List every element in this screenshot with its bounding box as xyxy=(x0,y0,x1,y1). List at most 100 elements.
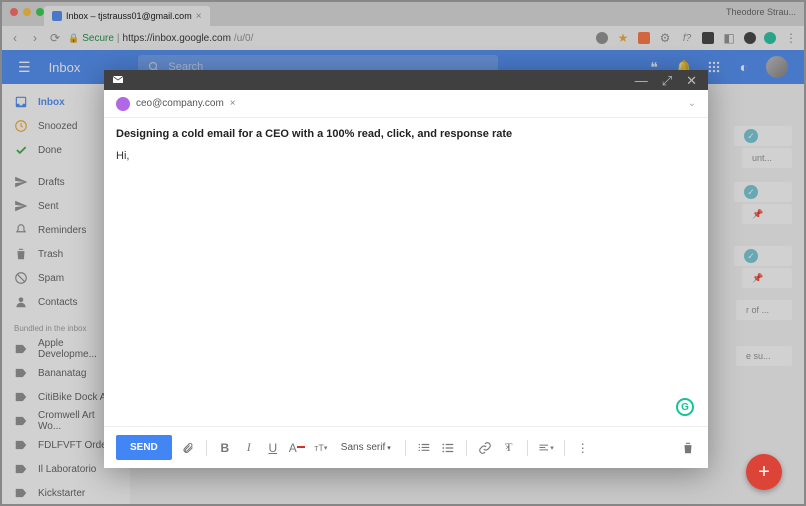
chevron-down-icon[interactable]: ⌄ xyxy=(688,98,696,109)
label-icon xyxy=(14,342,28,356)
grammarly-icon[interactable]: G xyxy=(676,398,694,416)
send-button[interactable]: SEND xyxy=(116,435,172,460)
strikethrough-icon[interactable]: T× xyxy=(501,440,517,456)
label-icon xyxy=(14,414,28,428)
check-badge-icon: ✓ xyxy=(744,249,758,263)
plus-icon: + xyxy=(758,461,770,484)
inbox-icon xyxy=(14,95,28,109)
remove-recipient-icon[interactable]: × xyxy=(230,98,236,109)
snippet: r of ... xyxy=(746,305,769,315)
extension-icons: ★ ⚙ f? ◧ ⋮ xyxy=(596,31,798,45)
tab-strip: Inbox – tjstrauss01@gmail.com × xyxy=(2,2,804,26)
subject-field[interactable]: Designing a cold email for a CEO with a … xyxy=(104,118,708,150)
ext-icon[interactable] xyxy=(764,32,776,44)
trash-icon xyxy=(14,247,28,261)
ext-icon[interactable] xyxy=(702,32,714,44)
apps-grid-icon[interactable] xyxy=(706,59,722,75)
snippet: unt... xyxy=(752,153,772,163)
align-icon[interactable]: ▾ xyxy=(538,440,554,456)
bullet-list-icon[interactable] xyxy=(440,440,456,456)
check-badge-icon: ✓ xyxy=(744,129,758,143)
numbered-list-icon[interactable] xyxy=(416,440,432,456)
back-button[interactable]: ‹ xyxy=(8,31,22,45)
profile-name[interactable]: Theodore Strau... xyxy=(726,7,796,17)
compose-toolbar: SEND B I U A тТ ▾ Sans serif ▾ T× ▾ ⋮ xyxy=(104,426,708,468)
bundle-label: Il Laboratorio xyxy=(38,464,96,475)
discard-icon[interactable] xyxy=(680,440,696,456)
inbox-item[interactable]: ✓ xyxy=(734,182,792,202)
ext-icon[interactable]: ⚙ xyxy=(658,31,672,45)
snippet: e su... xyxy=(746,351,771,361)
expand-icon[interactable]: ⤢ xyxy=(659,74,675,87)
inbox-item[interactable]: r of ... xyxy=(736,300,792,320)
inbox-item[interactable]: 📌 xyxy=(742,204,792,224)
reload-button[interactable]: ⟳ xyxy=(48,31,62,45)
window-controls xyxy=(10,8,44,16)
ext-icon[interactable]: ◧ xyxy=(722,31,736,45)
compose-window: — ⤢ ✕ ceo@company.com × ⌄ Designing a co… xyxy=(104,70,708,468)
ext-icon[interactable] xyxy=(744,32,756,44)
hamburger-icon[interactable]: ☰ xyxy=(18,59,31,76)
lock-icon: 🔒 xyxy=(68,33,79,44)
inbox-item[interactable]: unt... xyxy=(742,148,792,168)
inbox-item[interactable]: ✓ xyxy=(734,126,792,146)
recipient-email: ceo@company.com xyxy=(136,98,224,109)
forward-button[interactable]: › xyxy=(28,31,42,45)
sidebar-label: Spam xyxy=(38,273,64,284)
attach-icon[interactable] xyxy=(180,440,196,456)
bundle-label: Kickstarter xyxy=(38,488,85,499)
bundle-label: Bananatag xyxy=(38,368,86,379)
label-icon xyxy=(14,462,28,476)
ext-icon[interactable] xyxy=(638,32,650,44)
inbox-item[interactable]: ✓ xyxy=(734,246,792,266)
tab-close-icon[interactable]: × xyxy=(196,11,202,22)
sidebar-label: Trash xyxy=(38,249,63,260)
text-color-icon[interactable]: A xyxy=(289,440,305,456)
bold-icon[interactable]: B xyxy=(217,440,233,456)
underline-icon[interactable]: U xyxy=(265,440,281,456)
url-path: /u/0/ xyxy=(234,33,253,44)
check-badge-icon: ✓ xyxy=(744,185,758,199)
envelope-icon xyxy=(112,74,124,86)
recipient-avatar-icon xyxy=(116,97,130,111)
url-field[interactable]: 🔒 Secure | https://inbox.google.com/u/0/ xyxy=(68,33,253,44)
sidebar-label: Inbox xyxy=(38,97,65,108)
text-size-icon[interactable]: тТ ▾ xyxy=(313,440,329,456)
close-icon[interactable]: ✕ xyxy=(683,74,700,87)
inbox-item[interactable]: e su... xyxy=(736,346,792,366)
minimize-window-button[interactable] xyxy=(23,8,31,16)
to-field[interactable]: ceo@company.com × ⌄ xyxy=(104,90,708,118)
avatar[interactable] xyxy=(766,56,788,78)
label-icon xyxy=(14,390,28,404)
minimize-icon[interactable]: — xyxy=(632,74,651,87)
browser-tab[interactable]: Inbox – tjstrauss01@gmail.com × xyxy=(44,6,210,26)
check-icon xyxy=(14,143,28,157)
maximize-window-button[interactable] xyxy=(36,8,44,16)
favicon-icon xyxy=(52,11,62,21)
more-icon[interactable]: ⋮ xyxy=(575,440,591,456)
sidebar-bundle[interactable]: Kickstarter xyxy=(2,481,130,504)
ext-icon[interactable]: ★ xyxy=(616,31,630,45)
close-window-button[interactable] xyxy=(10,8,18,16)
sidebar-label: Done xyxy=(38,145,62,156)
font-family-button[interactable]: Sans serif ▾ xyxy=(337,442,395,453)
clock-icon xyxy=(14,119,28,133)
compose-fab[interactable]: + xyxy=(746,454,782,490)
link-icon[interactable] xyxy=(477,440,493,456)
compose-body[interactable]: Hi, G xyxy=(104,150,708,426)
ext-icon[interactable]: f? xyxy=(680,31,694,45)
secure-label: Secure xyxy=(82,33,114,44)
ext-icon[interactable] xyxy=(596,32,608,44)
help-icon[interactable]: ◐ xyxy=(736,59,752,75)
sidebar-label: Sent xyxy=(38,201,59,212)
reminder-icon xyxy=(14,223,28,237)
italic-icon[interactable]: I xyxy=(241,440,257,456)
body-text: Hi, xyxy=(116,150,129,162)
browser-menu-icon[interactable]: ⋮ xyxy=(784,31,798,45)
pin-icon: 📌 xyxy=(752,273,763,284)
pin-icon: 📌 xyxy=(752,209,763,220)
drafts-icon xyxy=(14,175,28,189)
sent-icon xyxy=(14,199,28,213)
inbox-item[interactable]: 📌 xyxy=(742,268,792,288)
contacts-icon xyxy=(14,295,28,309)
